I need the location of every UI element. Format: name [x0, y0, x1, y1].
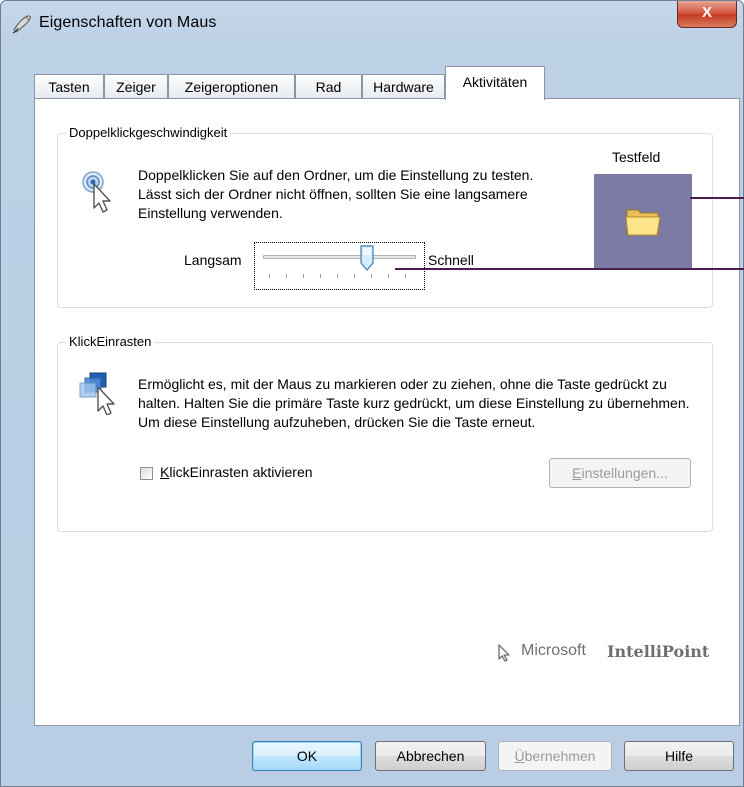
close-button[interactable]: X — [677, 1, 737, 28]
clicklock-checkbox-label[interactable]: KlickEinrasten aktivieren — [160, 464, 313, 480]
brand-pointer-icon — [498, 644, 510, 662]
test-folder-area[interactable] — [594, 174, 692, 268]
fast-label: Schnell — [428, 252, 474, 268]
annotation-line-folder — [690, 197, 744, 199]
clicklock-group: KlickEinrasten Ermöglicht es, mit der Ma… — [57, 334, 713, 532]
tab-tasten[interactable]: Tasten — [34, 74, 104, 99]
tab-zeigeroptionen[interactable]: Zeigeroptionen — [168, 74, 295, 99]
ok-button[interactable]: OK — [252, 741, 362, 771]
doubleclick-description: Doppelklicken Sie auf den Ordner, um die… — [138, 167, 534, 221]
apply-button[interactable]: Übernehmen — [498, 741, 612, 771]
slow-label: Langsam — [184, 252, 242, 268]
slider-tick — [303, 274, 304, 278]
tab-zeiger[interactable]: Zeiger — [104, 74, 168, 99]
slider-track — [263, 255, 416, 259]
tab-rad[interactable]: Rad — [295, 74, 362, 99]
tab-aktivitaeten[interactable]: Aktivitäten — [445, 66, 545, 100]
clicklock-group-title: KlickEinrasten — [66, 334, 155, 349]
clicklock-checkbox[interactable] — [140, 467, 153, 480]
slider-tick — [337, 274, 338, 278]
annotation-line-slider — [395, 268, 744, 270]
tab-hardware[interactable]: Hardware — [362, 74, 445, 99]
mouse-app-icon — [12, 15, 31, 34]
slider-tick — [320, 274, 321, 278]
folder-icon — [625, 209, 661, 236]
slider-tick — [371, 274, 372, 278]
window-title: Eigenschaften von Maus — [39, 14, 217, 31]
doubleclick-speed-group: Doppelklickgeschwindigkeit Doppelklicken… — [57, 125, 713, 308]
cancel-button[interactable]: Abbrechen — [375, 741, 486, 771]
slider-tick — [269, 274, 270, 278]
slider-thumb[interactable] — [360, 245, 374, 271]
clicklock-pointer-icon — [79, 372, 115, 415]
help-button[interactable]: Hilfe — [624, 741, 734, 771]
tab-panel-aktivitaeten: Doppelklickgeschwindigkeit Doppelklicken… — [34, 98, 740, 726]
slider-tick — [354, 274, 355, 278]
mouse-properties-window: Eigenschaften von Maus X Tasten Zeiger Z… — [0, 0, 744, 787]
doubleclick-group-title: Doppelklickgeschwindigkeit — [66, 125, 231, 140]
doubleclick-pointer-icon — [82, 171, 111, 213]
title-bar[interactable]: Eigenschaften von Maus X — [1, 1, 743, 47]
slider-tick — [405, 274, 406, 278]
close-icon: X — [701, 4, 712, 21]
testfeld-label: Testfeld — [612, 149, 661, 165]
clicklock-description: Ermöglicht es, mit der Maus zu markieren… — [138, 376, 690, 430]
doubleclick-speed-slider[interactable] — [254, 242, 425, 290]
slider-tick — [388, 274, 389, 278]
clicklock-settings-button[interactable]: Einstellungen... — [549, 458, 691, 488]
slider-tick — [286, 274, 287, 278]
